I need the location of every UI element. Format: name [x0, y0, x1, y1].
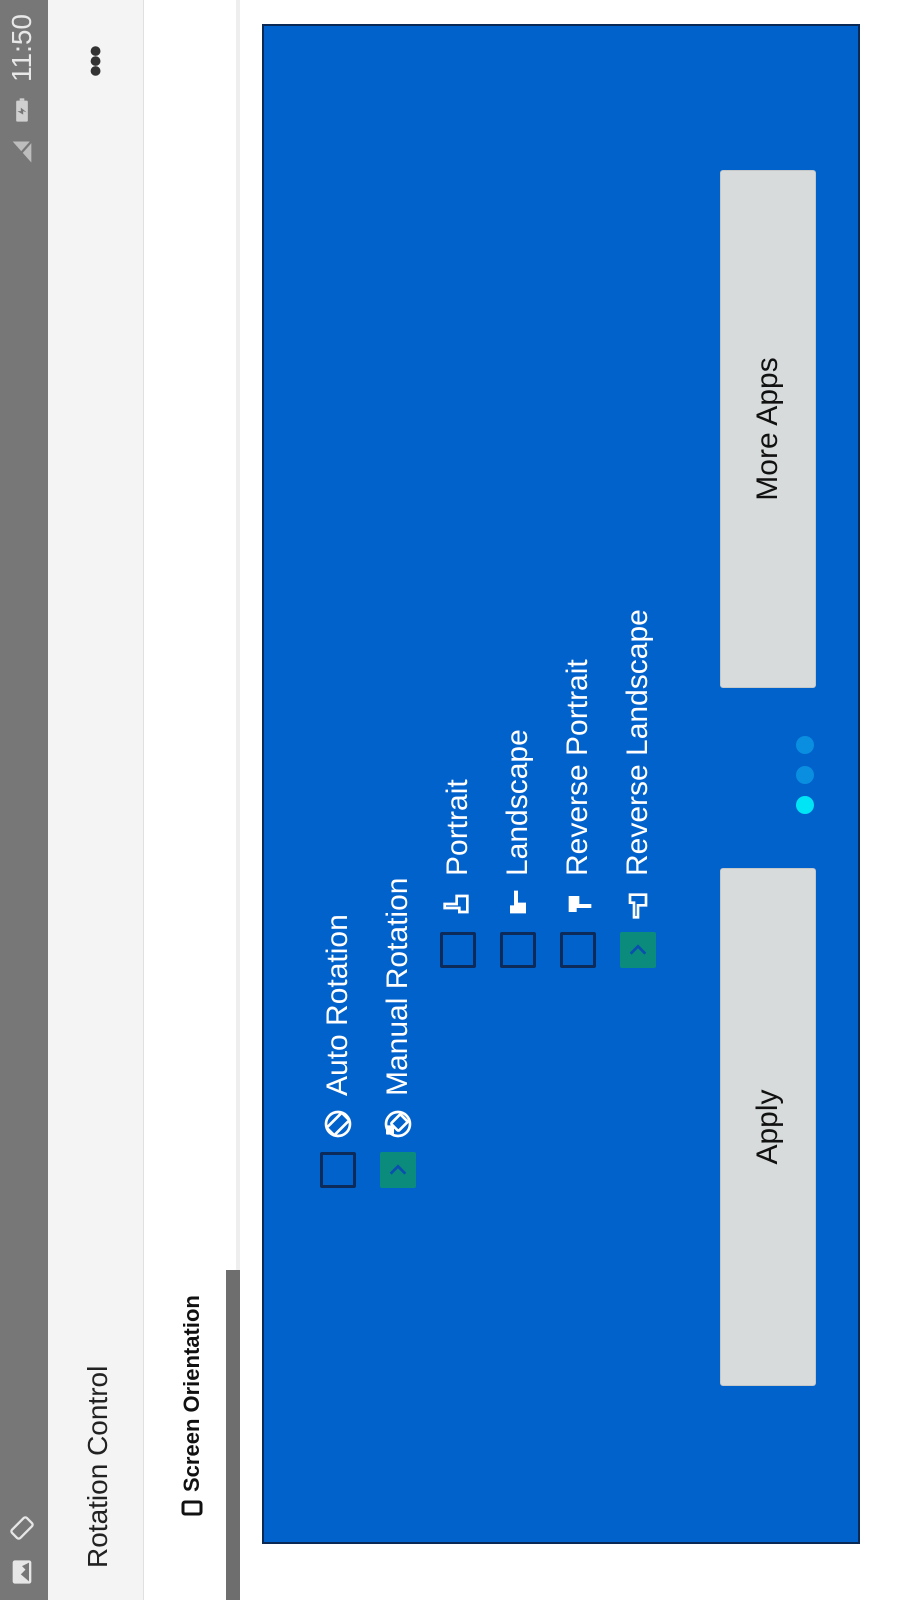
- tab-divider: [236, 0, 240, 1270]
- hand-point-down-icon: [568, 896, 592, 912]
- phone-outline-icon: [181, 1500, 203, 1516]
- apply-button[interactable]: Apply: [720, 868, 816, 1386]
- reverse-portrait-label: Reverse Portrait: [561, 659, 594, 876]
- more-horizontal-icon: •••: [76, 47, 115, 77]
- more-apps-button[interactable]: More Apps: [720, 170, 816, 688]
- manual-rotation-option[interactable]: Manual Rotation: [380, 878, 416, 1188]
- tab-label: Screen Orientation: [179, 1295, 204, 1492]
- orientation-panel: Auto Rotation Manual Rotation Portrait L…: [262, 24, 860, 1544]
- auto-rotate-icon: [324, 1110, 352, 1138]
- overflow-menu-button[interactable]: •••: [76, 44, 115, 80]
- screen: 11:50 Rotation Control ••• Screen Orient…: [0, 0, 900, 1600]
- battery-charging-icon: [16, 98, 28, 122]
- reverse-portrait-checkbox[interactable]: [560, 932, 596, 968]
- portrait-option[interactable]: Portrait: [440, 779, 476, 968]
- auto-rotation-option[interactable]: Auto Rotation: [320, 914, 356, 1188]
- hand-point-right-icon: [510, 890, 526, 914]
- auto-rotation-label: Auto Rotation: [321, 914, 354, 1096]
- landscape-checkbox[interactable]: [500, 932, 536, 968]
- app-title: Rotation Control: [82, 1365, 113, 1568]
- hand-point-left-icon: [628, 893, 648, 919]
- page-dot-2[interactable]: [796, 766, 814, 784]
- page-dot-3[interactable]: [796, 736, 814, 754]
- status-right-icons: 11:50: [6, 14, 38, 166]
- status-left-icons: [8, 1514, 36, 1586]
- check-icon: [389, 1164, 407, 1175]
- auto-rotation-checkbox[interactable]: [320, 1152, 356, 1188]
- reverse-landscape-checkbox[interactable]: [620, 932, 656, 968]
- status-time: 11:50: [6, 14, 37, 82]
- no-sim-icon: [11, 140, 33, 164]
- reverse-landscape-label: Reverse Landscape: [621, 609, 654, 876]
- portrait-checkbox[interactable]: [440, 932, 476, 968]
- status-bar: 11:50: [0, 0, 48, 1600]
- reverse-landscape-option[interactable]: Reverse Landscape: [620, 609, 656, 968]
- tab-bar: Screen Orientation: [144, 0, 240, 1600]
- reverse-portrait-option[interactable]: Reverse Portrait: [560, 659, 596, 968]
- manual-rotation-checkbox[interactable]: [380, 1152, 416, 1188]
- gallery-icon: [12, 1560, 32, 1584]
- portrait-label: Portrait: [441, 779, 474, 876]
- page-indicator: [796, 736, 814, 814]
- rotation-lock-icon: [384, 1110, 412, 1138]
- check-icon: [629, 944, 647, 955]
- rotation-icon: [10, 1516, 34, 1540]
- app-bar: Rotation Control •••: [48, 0, 144, 1600]
- page-dot-1[interactable]: [796, 796, 814, 814]
- tab-indicator: [226, 1270, 240, 1600]
- landscape-option[interactable]: Landscape: [500, 729, 536, 968]
- hand-point-up-icon: [443, 894, 469, 914]
- manual-rotation-label: Manual Rotation: [381, 877, 414, 1096]
- landscape-label: Landscape: [501, 729, 534, 876]
